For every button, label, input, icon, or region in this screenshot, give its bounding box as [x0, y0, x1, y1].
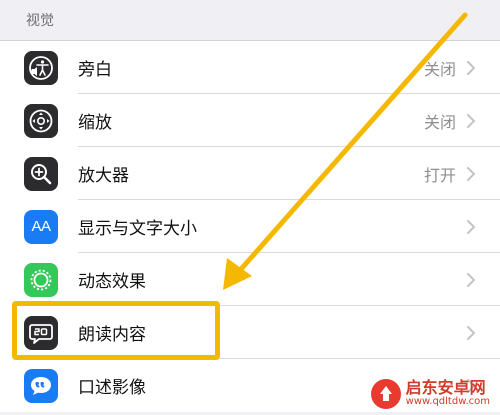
chevron-right-icon — [466, 219, 476, 235]
row-label: 动态效果 — [78, 272, 146, 292]
magnifier-icon — [24, 156, 58, 191]
zoom-icon — [24, 103, 58, 138]
row-value: 关闭 — [423, 59, 456, 79]
watermark-title: 启东安卓网 — [405, 378, 486, 398]
row-zoom[interactable]: 缩放 关闭 — [0, 94, 500, 147]
text-size-glyph: AA — [31, 218, 51, 235]
row-voiceover[interactable]: 旁白 关闭 — [0, 41, 500, 94]
watermark-logo-icon — [370, 379, 401, 409]
voiceover-icon — [24, 50, 58, 85]
row-magnifier[interactable]: 放大器 打开 — [0, 147, 500, 200]
row-label: 缩放 — [78, 113, 112, 133]
watermark-url: www.qdltdw.com — [405, 396, 490, 408]
settings-list: 旁白 关闭 缩放 关闭 放大器 打开 AA 显示与文字大小 动态效果 朗读内容 … — [0, 40, 500, 412]
chevron-right-icon — [466, 113, 476, 129]
section-title: 视觉 — [26, 13, 54, 29]
watermark: 启东安卓网 www.qdltdw.com — [370, 379, 490, 409]
row-label: 放大器 — [78, 166, 129, 186]
spoken-content-icon — [24, 315, 58, 350]
motion-icon — [24, 262, 58, 297]
section-header: 视觉 — [0, 0, 500, 40]
watermark-text: 启东安卓网 www.qdltdw.com — [406, 380, 490, 407]
chevron-right-icon — [466, 60, 476, 76]
row-value: 关闭 — [423, 112, 456, 132]
row-motion[interactable]: 动态效果 — [0, 253, 500, 306]
text-size-icon: AA — [24, 209, 58, 244]
chevron-right-icon — [466, 325, 476, 341]
chevron-right-icon — [466, 272, 476, 288]
row-label: 显示与文字大小 — [78, 219, 197, 239]
row-spoken-content[interactable]: 朗读内容 — [0, 306, 500, 359]
row-display-text-size[interactable]: AA 显示与文字大小 — [0, 200, 500, 253]
row-label: 朗读内容 — [78, 325, 146, 345]
row-label: 旁白 — [78, 60, 112, 80]
row-value: 打开 — [423, 165, 456, 185]
chevron-right-icon — [466, 166, 476, 182]
audio-descriptions-icon — [24, 368, 58, 403]
